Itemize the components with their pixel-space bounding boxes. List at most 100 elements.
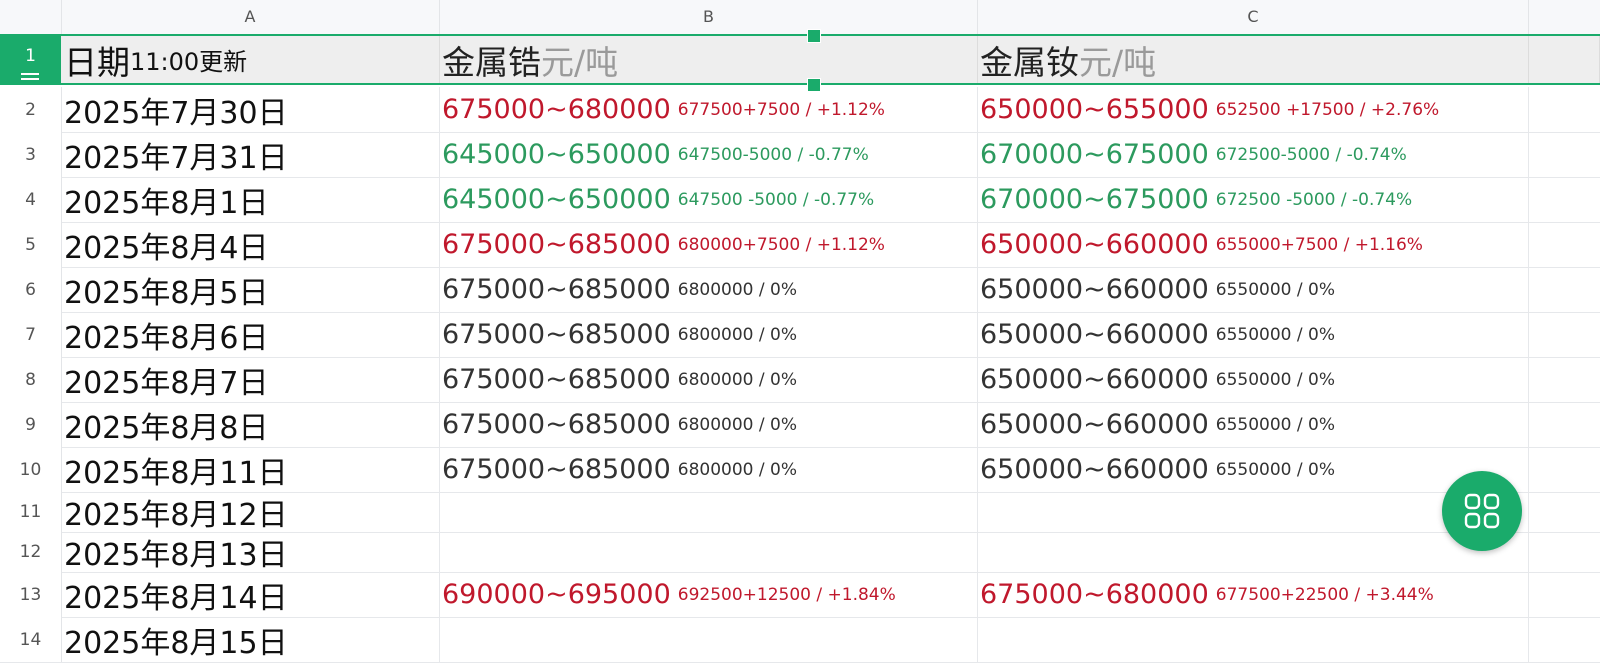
column-header-a[interactable]: A xyxy=(61,0,440,34)
date-value: 2025年8月14日 xyxy=(64,580,288,616)
cell-date[interactable]: 2025年7月30日 xyxy=(61,87,440,132)
cell-b1[interactable]: 金属锆 元/吨 xyxy=(440,36,978,83)
date-value: 2025年8月7日 xyxy=(64,365,269,401)
cell-neodymium-price[interactable]: 650000~660000 655000+7500 / +1.16% xyxy=(978,222,1529,267)
cell-zirconium-price[interactable]: 675000~685000 6800000 / 0% xyxy=(440,357,978,402)
cell-date[interactable]: 2025年8月12日 xyxy=(61,492,440,532)
cell-zirconium-price[interactable]: 675000~685000 680000+7500 / +1.12% xyxy=(440,222,978,267)
cell-empty[interactable] xyxy=(1529,617,1600,662)
cell-neodymium-price[interactable]: 650000~660000 6550000 / 0% xyxy=(978,267,1529,312)
row-number[interactable]: 5 xyxy=(0,222,62,267)
cell-zirconium-price[interactable]: 675000~685000 6800000 / 0% xyxy=(440,267,978,312)
date-value: 2025年8月5日 xyxy=(64,275,269,311)
table-row: 7 2025年8月6日 675000~685000 6800000 / 0% 65000… xyxy=(0,312,1600,358)
cell-neodymium-price[interactable]: 650000~660000 6550000 / 0% xyxy=(978,402,1529,447)
cell-empty[interactable] xyxy=(1529,222,1600,267)
cell-zirconium-price[interactable]: 675000~685000 6800000 / 0% xyxy=(440,402,978,447)
cell-zirconium-price[interactable]: 645000~650000 647500 -5000 / -0.77% xyxy=(440,177,978,222)
cell-date[interactable]: 2025年8月11日 xyxy=(61,447,440,492)
price-change: 680000+7500 / +1.12% xyxy=(677,234,885,255)
cell-neodymium-price[interactable]: 675000~680000 677500+22500 / +3.44% xyxy=(978,572,1529,617)
select-all-corner[interactable] xyxy=(0,0,62,34)
date-value: 2025年8月11日 xyxy=(64,455,288,491)
cell-date[interactable]: 2025年8月8日 xyxy=(61,402,440,447)
cell-empty[interactable] xyxy=(1529,532,1600,572)
row-number[interactable]: 7 xyxy=(0,312,62,357)
cell-neodymium-price[interactable]: 670000~675000 672500 -5000 / -0.74% xyxy=(978,177,1529,222)
cell-date[interactable]: 2025年8月4日 xyxy=(61,222,440,267)
cell-zirconium-price[interactable] xyxy=(440,532,978,572)
row-number[interactable]: 6 xyxy=(0,267,62,312)
cell-empty[interactable] xyxy=(1529,447,1600,492)
row-number[interactable]: 14 xyxy=(0,617,62,662)
cell-neodymium-price[interactable]: 650000~655000 652500 +17500 / +2.76% xyxy=(978,87,1529,132)
date-value: 2025年8月8日 xyxy=(64,410,269,446)
row-number[interactable]: 13 xyxy=(0,572,62,617)
cell-zirconium-price[interactable] xyxy=(440,492,978,532)
price-range: 650000~660000 xyxy=(980,364,1209,395)
row-resize-handle-icon[interactable] xyxy=(21,73,39,85)
row-number[interactable]: 1 xyxy=(0,36,61,83)
cell-date[interactable]: 2025年8月13日 xyxy=(61,532,440,572)
row-number[interactable]: 12 xyxy=(0,532,62,572)
cell-empty[interactable] xyxy=(1529,492,1600,532)
cell-empty[interactable] xyxy=(1529,267,1600,312)
cell-empty[interactable] xyxy=(1529,312,1600,357)
column-header-c[interactable]: C xyxy=(978,0,1529,34)
price-change: 6550000 / 0% xyxy=(1215,369,1335,390)
cell-zirconium-price[interactable]: 690000~695000 692500+12500 / +1.84% xyxy=(440,572,978,617)
cell-empty[interactable] xyxy=(1529,357,1600,402)
cell-neodymium-price[interactable]: 650000~660000 6550000 / 0% xyxy=(978,357,1529,402)
date-value: 2025年8月13日 xyxy=(64,538,288,572)
price-change: 6800000 / 0% xyxy=(677,279,797,300)
cell-date[interactable]: 2025年8月14日 xyxy=(61,572,440,617)
cell-c1[interactable]: 金属钕 元/吨 xyxy=(978,36,1529,83)
grid-apps-icon xyxy=(1464,493,1500,529)
cell-neodymium-price[interactable]: 670000~675000 672500-5000 / -0.74% xyxy=(978,132,1529,177)
date-value: 2025年7月31日 xyxy=(64,140,288,176)
cell-zirconium-price[interactable]: 675000~680000 677500+7500 / +1.12% xyxy=(440,87,978,132)
table-row-header: 1 日期 11:00更新 金属锆 元/吨 金属钕 元/吨 xyxy=(0,34,1600,85)
cell-zirconium-price[interactable]: 645000~650000 647500-5000 / -0.77% xyxy=(440,132,978,177)
table-row: 12 2025年8月13日 xyxy=(0,532,1600,573)
row-number[interactable]: 9 xyxy=(0,402,62,447)
column-header-b[interactable]: B xyxy=(440,0,978,34)
cell-date[interactable]: 2025年8月1日 xyxy=(61,177,440,222)
price-change: 6800000 / 0% xyxy=(677,459,797,480)
table-row: 3 2025年7月31日 645000~650000 647500-5000 / -0… xyxy=(0,132,1600,178)
table-row: 13 2025年8月14日 690000~695000 692500+12500 / … xyxy=(0,572,1600,618)
cell-empty[interactable] xyxy=(1529,572,1600,617)
cell-date[interactable]: 2025年7月31日 xyxy=(61,132,440,177)
cell-neodymium-price[interactable] xyxy=(978,532,1529,572)
cell-neodymium-price[interactable]: 650000~660000 6550000 / 0% xyxy=(978,447,1529,492)
cell-empty[interactable] xyxy=(1529,87,1600,132)
cell-neodymium-price[interactable]: 650000~660000 6550000 / 0% xyxy=(978,312,1529,357)
cell-zirconium-price[interactable]: 675000~685000 6800000 / 0% xyxy=(440,312,978,357)
price-change: 655000+7500 / +1.16% xyxy=(1215,234,1423,255)
cell-date[interactable]: 2025年8月15日 xyxy=(61,617,440,662)
row-number[interactable]: 8 xyxy=(0,357,62,402)
selection-handle-top[interactable] xyxy=(807,29,821,43)
cell-zirconium-price[interactable] xyxy=(440,617,978,662)
column-header-empty[interactable] xyxy=(1529,0,1600,34)
cell-d1[interactable] xyxy=(1529,36,1600,83)
cell-empty[interactable] xyxy=(1529,177,1600,222)
row-number-label: 1 xyxy=(25,45,36,66)
row-number[interactable]: 10 xyxy=(0,447,62,492)
row-number[interactable]: 4 xyxy=(0,177,62,222)
cell-date[interactable]: 2025年8月7日 xyxy=(61,357,440,402)
spreadsheet-grid: A B C 1 日期 11:00更新 金属锆 元/吨 金属钕 元/吨 2 2025年7月… xyxy=(0,0,1600,663)
cell-empty[interactable] xyxy=(1529,132,1600,177)
row-number[interactable]: 11 xyxy=(0,492,62,532)
cell-neodymium-price[interactable] xyxy=(978,617,1529,662)
price-change: 6550000 / 0% xyxy=(1215,414,1335,435)
cell-date[interactable]: 2025年8月6日 xyxy=(61,312,440,357)
cell-date[interactable]: 2025年8月5日 xyxy=(61,267,440,312)
row-number[interactable]: 2 xyxy=(0,87,62,132)
cell-empty[interactable] xyxy=(1529,402,1600,447)
cell-zirconium-price[interactable]: 675000~685000 6800000 / 0% xyxy=(440,447,978,492)
apps-fab-button[interactable] xyxy=(1442,471,1522,551)
cell-a1[interactable]: 日期 11:00更新 xyxy=(61,36,440,83)
price-change: 677500+7500 / +1.12% xyxy=(677,99,885,120)
row-number[interactable]: 3 xyxy=(0,132,62,177)
